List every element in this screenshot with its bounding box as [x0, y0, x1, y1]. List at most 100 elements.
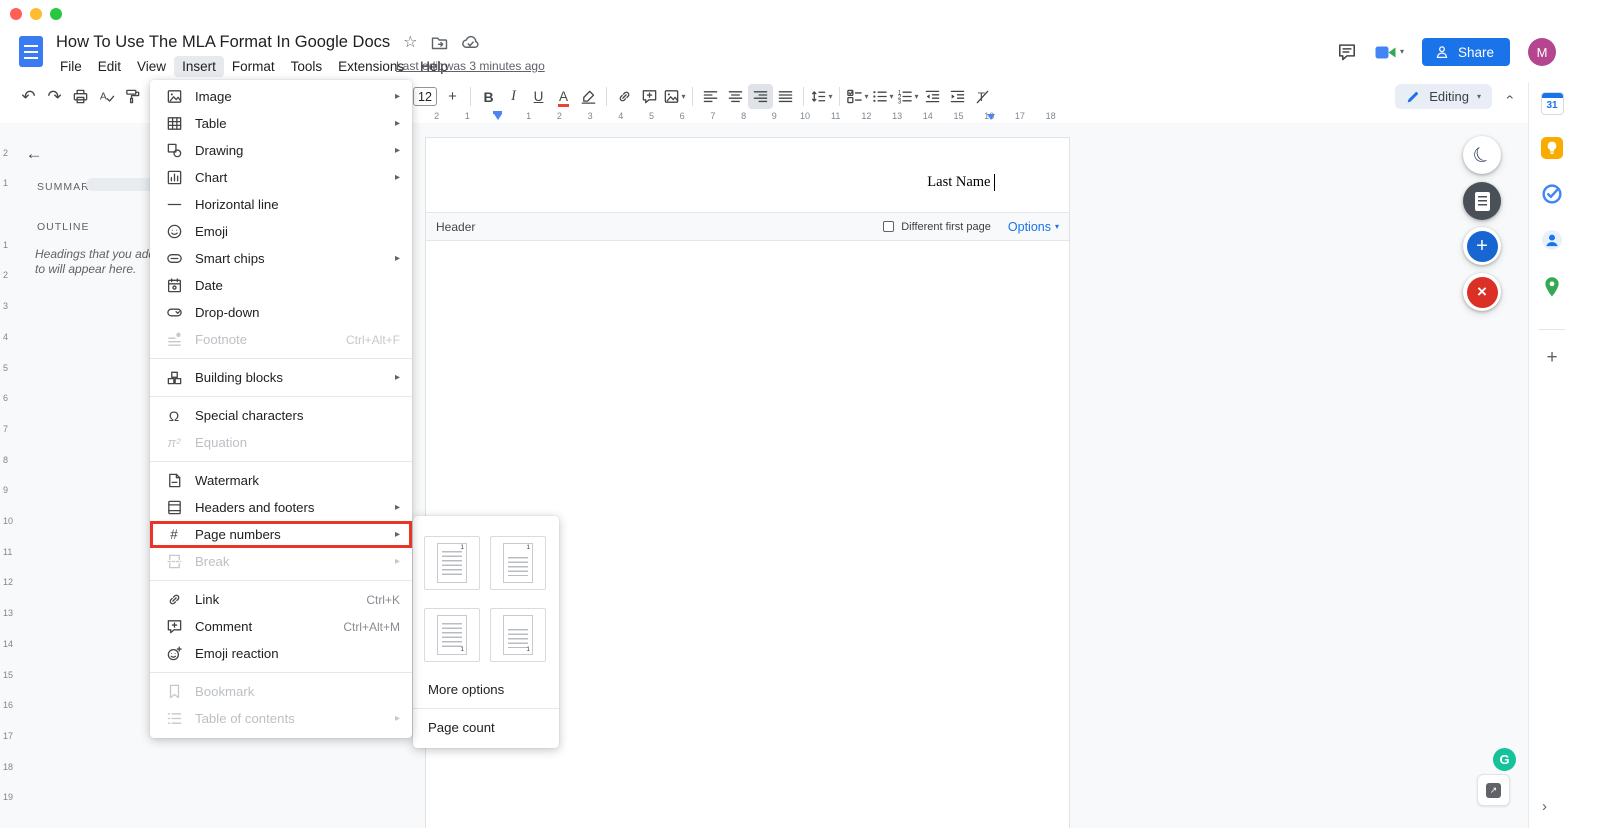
redo-icon[interactable]: ↷ — [42, 84, 67, 109]
insert-menu-item-drop-down[interactable]: Drop-down — [150, 299, 412, 326]
ruler-number: 1 — [464, 111, 470, 121]
align-center-icon[interactable] — [723, 84, 748, 109]
menu-file[interactable]: File — [52, 56, 90, 77]
corner-widget-button[interactable]: ↗ — [1477, 774, 1510, 806]
align-left-icon[interactable] — [698, 84, 723, 109]
hide-side-panel-icon[interactable]: › — [1542, 798, 1547, 815]
insert-menu-item-watermark[interactable]: Watermark — [150, 467, 412, 494]
calendar-icon[interactable]: 31 — [1538, 89, 1566, 117]
clear-formatting-icon[interactable]: T — [970, 84, 995, 109]
grammarly-badge[interactable]: G — [1493, 748, 1516, 771]
document-header-text[interactable]: Last Name — [927, 174, 995, 191]
header-options-dropdown[interactable]: Options ▾ — [1008, 220, 1059, 234]
insert-menu-item-emoji-reaction[interactable]: Emoji reaction — [150, 640, 412, 667]
insert-menu-item-table-of-contents[interactable]: Table of contents ▸ — [150, 705, 412, 732]
insert-menu-item-smart-chips[interactable]: Smart chips ▸ — [150, 245, 412, 272]
close-window-button[interactable] — [10, 8, 22, 20]
contacts-icon[interactable] — [1538, 226, 1566, 254]
different-first-page-checkbox[interactable] — [883, 221, 895, 232]
back-arrow-button[interactable]: ← — [22, 142, 46, 166]
undo-icon[interactable]: ↶ — [16, 84, 41, 109]
insert-menu-item-link[interactable]: Link Ctrl+K — [150, 586, 412, 613]
insert-menu-item-footnote[interactable]: Footnote Ctrl+Alt+F — [150, 326, 412, 353]
line-spacing-icon[interactable]: ▾ — [809, 84, 834, 109]
menu-view[interactable]: View — [129, 56, 174, 77]
checklist-icon[interactable]: ▾ — [845, 84, 870, 109]
menu-edit[interactable]: Edit — [90, 56, 129, 77]
hide-menus-button[interactable]: › — [1496, 84, 1521, 109]
insert-menu-item-emoji[interactable]: Emoji — [150, 218, 412, 245]
insert-menu-item-date[interactable]: Date — [150, 272, 412, 299]
left-indent-marker[interactable] — [493, 110, 502, 120]
font-size-increase-icon[interactable]: + — [440, 84, 465, 109]
zoom-window-button[interactable] — [50, 8, 62, 20]
insert-menu-item-table[interactable]: Table ▸ — [150, 110, 412, 137]
insert-menu-item-break[interactable]: Break ▸ — [150, 548, 412, 575]
page-number-top-skip-first[interactable]: 1 — [490, 536, 546, 590]
menu-item-label: Table of contents — [195, 711, 295, 726]
insert-menu-item-equation[interactable]: π² Equation — [150, 429, 412, 456]
more-options-item[interactable]: More options — [413, 674, 559, 705]
underline-icon[interactable]: U — [526, 84, 551, 109]
insert-menu-item-special-characters[interactable]: Ω Special characters — [150, 402, 412, 429]
right-indent-triangle[interactable] — [987, 114, 995, 120]
cloud-saved-icon[interactable] — [461, 33, 480, 52]
insert-menu-item-page-numbers[interactable]: # Page numbers ▸ — [150, 521, 412, 548]
decrease-indent-icon[interactable] — [920, 84, 945, 109]
highlight-color-icon[interactable] — [576, 84, 601, 109]
italic-icon[interactable]: I — [501, 84, 526, 109]
page-number-top-all-pages[interactable]: 1 — [424, 536, 480, 590]
bulleted-list-icon[interactable]: ▾ — [870, 84, 895, 109]
maps-icon[interactable] — [1538, 273, 1566, 301]
insert-menu-item-headers-and-footers[interactable]: Headers and footers ▸ — [150, 494, 412, 521]
docs-shortcut-button[interactable] — [1463, 182, 1501, 220]
increase-indent-icon[interactable] — [945, 84, 970, 109]
page-number-bottom-all-pages[interactable]: 1 — [424, 608, 480, 662]
menu-format[interactable]: Format — [224, 56, 283, 77]
overlay-add-button[interactable]: + — [1463, 227, 1501, 265]
font-size-value[interactable]: 12 — [413, 87, 437, 106]
page-count-item[interactable]: Page count — [413, 712, 559, 743]
text-color-icon[interactable]: A — [551, 84, 576, 109]
add-comment-icon[interactable] — [637, 84, 662, 109]
meet-button[interactable]: ▾ — [1375, 44, 1404, 61]
insert-menu-item-horizontal-line[interactable]: Horizontal line — [150, 191, 412, 218]
get-addons-button[interactable]: + — [1538, 344, 1566, 372]
tasks-icon[interactable] — [1538, 180, 1566, 208]
insert-image-icon[interactable]: ▾ — [662, 84, 687, 109]
last-edit-link[interactable]: Last edit was 3 minutes ago — [396, 59, 545, 73]
align-right-icon[interactable] — [748, 84, 773, 109]
keep-icon[interactable] — [1538, 134, 1566, 162]
google-docs-logo[interactable] — [19, 36, 43, 67]
insert-menu-item-image[interactable]: Image ▸ — [150, 83, 412, 110]
menu-tools[interactable]: Tools — [283, 56, 331, 77]
star-icon[interactable]: ☆ — [403, 34, 417, 51]
document-title[interactable]: How To Use The MLA Format In Google Docs — [56, 33, 390, 52]
insert-menu-item-bookmark[interactable]: Bookmark — [150, 678, 412, 705]
open-comments-button[interactable] — [1337, 42, 1357, 62]
move-folder-icon[interactable] — [430, 34, 448, 52]
insert-menu-item-comment[interactable]: Comment Ctrl+Alt+M — [150, 613, 412, 640]
align-justify-icon[interactable] — [773, 84, 798, 109]
right-indent-marker[interactable] — [987, 110, 995, 120]
page-number-bottom-skip-first[interactable]: 1 — [490, 608, 546, 662]
insert-menu-item-drawing[interactable]: Drawing ▸ — [150, 137, 412, 164]
ruler-number: 14 — [922, 111, 933, 121]
spellcheck-icon[interactable]: A — [94, 84, 119, 109]
dark-mode-moon-button[interactable]: ☾ — [1463, 136, 1501, 174]
account-avatar[interactable]: M — [1528, 38, 1556, 66]
insert-menu-item-chart[interactable]: Chart ▸ — [150, 164, 412, 191]
minimize-window-button[interactable] — [30, 8, 42, 20]
numbered-list-icon[interactable]: 1 2 3 ▾ — [895, 84, 920, 109]
overlay-close-button[interactable]: × — [1463, 273, 1501, 311]
print-icon[interactable] — [68, 84, 93, 109]
share-button[interactable]: Share — [1421, 38, 1510, 66]
editing-mode-button[interactable]: Editing ▾ — [1395, 84, 1492, 109]
insert-link-icon[interactable] — [612, 84, 637, 109]
bold-icon[interactable]: B — [476, 84, 501, 109]
insert-menu-item-building-blocks[interactable]: Building blocks ▸ — [150, 364, 412, 391]
menu-insert[interactable]: Insert — [174, 56, 224, 77]
vertical-ruler[interactable]: 2 1 1 2 3 4 5 6 7 8 9 10 11 12 13 14 15 16 17 18 19 — [0, 123, 14, 828]
paint-format-icon[interactable] — [120, 84, 145, 109]
left-indent-triangle[interactable] — [493, 114, 502, 120]
